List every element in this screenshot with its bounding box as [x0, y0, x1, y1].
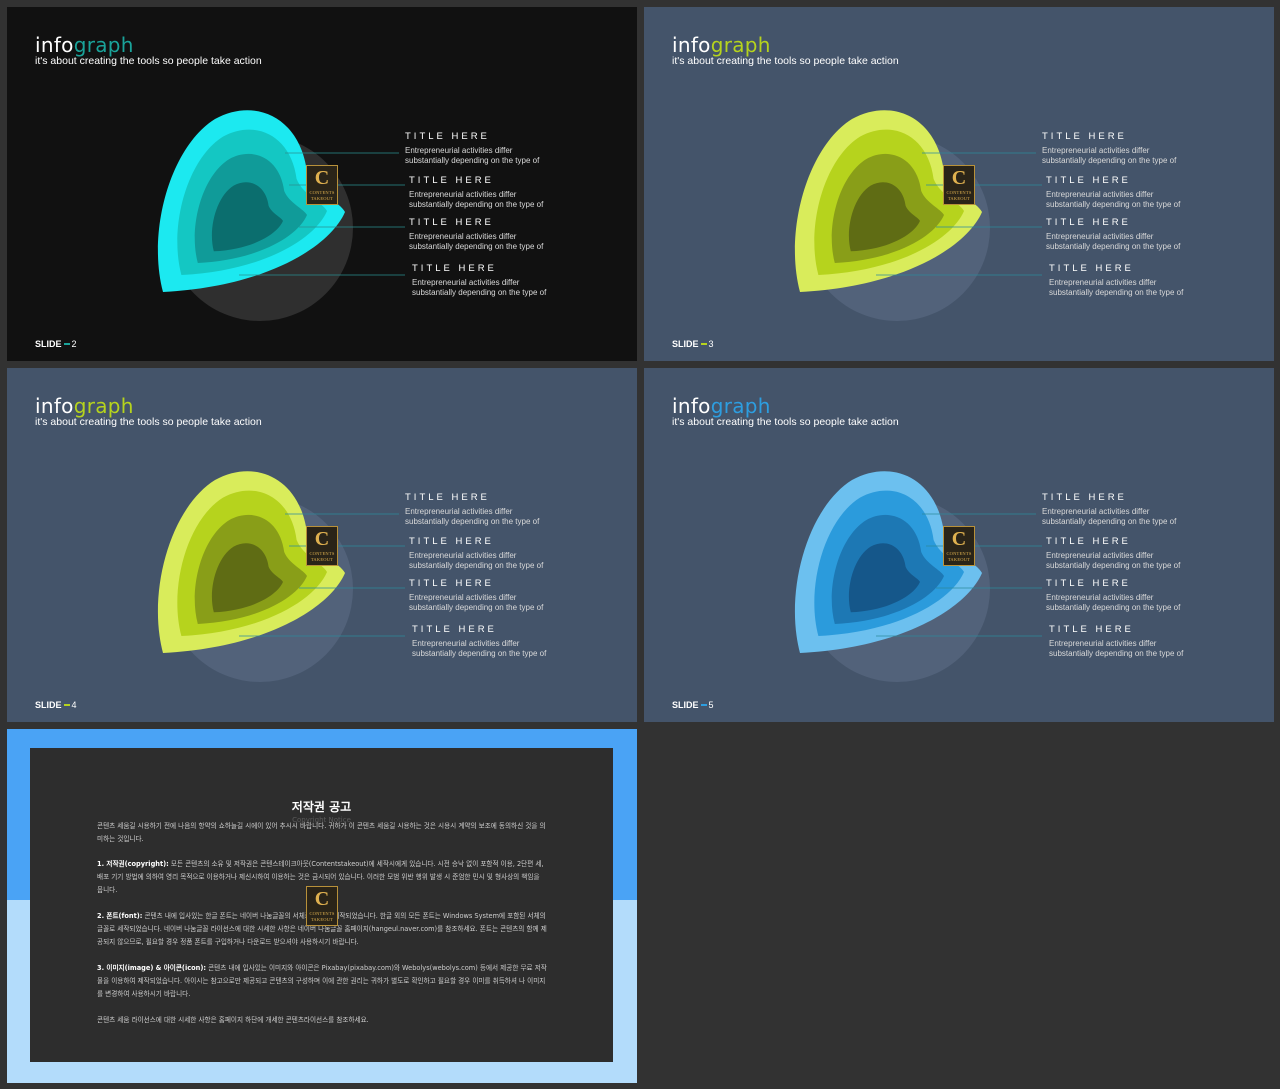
slide-number: SLIDE 4 — [35, 700, 77, 710]
slide-subtitle: it's about creating the tools so people … — [35, 416, 262, 428]
info-item: TITLE HERE Entrepreneurial activities dif… — [412, 624, 547, 658]
copyright-notice-panel: 저작권 공고 Copyright Notice 콘텐츠 세움길 시용하기 전에 … — [30, 748, 613, 1062]
title-accent: graph — [710, 394, 771, 418]
notice-intro: 콘텐츠 세움길 시용하기 전에 나음의 항약의 쇼하늘길 시에이 있어 추시시 … — [97, 822, 546, 843]
slide-number: SLIDE 3 — [672, 339, 714, 349]
copyright-slide-thumbnail[interactable]: 저작권 공고 Copyright Notice 콘텐츠 세움길 시용하기 전에 … — [7, 729, 637, 1083]
slide-title: infograph — [672, 33, 771, 57]
slide-title: infograph — [672, 394, 771, 418]
notice-outro: 콘텐츠 세움 라이선스에 대한 시세한 사항은 홈페이지 하단에 개세한 콘텐츠… — [97, 1016, 369, 1024]
contents-logo: C CONTENTS TAKEOUT — [306, 886, 338, 926]
slide-number: SLIDE 5 — [672, 700, 714, 710]
contents-logo: C CONTENTS TAKEOUT — [306, 526, 338, 566]
info-item: TITLE HERE Entrepreneurial activities dif… — [1046, 175, 1181, 209]
info-item: TITLE HERE Entrepreneurial activities dif… — [405, 131, 540, 165]
info-item: TITLE HERE Entrepreneurial activities dif… — [1042, 492, 1177, 526]
slide-thumbnail[interactable]: infograph it's about creating the tools … — [7, 368, 637, 722]
notice-image-paragraph: 3. 이미지(image) & 아이콘(icon): 콘텐츠 내에 입사있는 이… — [97, 964, 547, 998]
title-accent: graph — [73, 33, 134, 57]
title-accent: graph — [73, 394, 134, 418]
slide-title: infograph — [35, 394, 134, 418]
info-item: TITLE HERE Entrepreneurial activities dif… — [1042, 131, 1177, 165]
slide-thumbnail[interactable]: infograph it's about creating the tools … — [7, 7, 637, 361]
info-item: TITLE HERE Entrepreneurial activities dif… — [412, 263, 547, 297]
info-item: TITLE HERE Entrepreneurial activities dif… — [405, 492, 540, 526]
info-item: TITLE HERE Entrepreneurial activities dif… — [1049, 263, 1184, 297]
info-item: TITLE HERE Entrepreneurial activities dif… — [1049, 624, 1184, 658]
contents-logo: C CONTENTS TAKEOUT — [306, 165, 338, 205]
info-item: TITLE HERE Entrepreneurial activities dif… — [1046, 578, 1181, 612]
slide-subtitle: it's about creating the tools so people … — [35, 55, 262, 67]
info-item: TITLE HERE Entrepreneurial activities dif… — [1046, 217, 1181, 251]
slide-subtitle: it's about creating the tools so people … — [672, 55, 899, 67]
slide-thumbnail[interactable]: infograph it's about creating the tools … — [644, 368, 1274, 722]
info-item: TITLE HERE Entrepreneurial activities dif… — [409, 217, 544, 251]
contents-logo: C CONTENTS TAKEOUT — [943, 526, 975, 566]
info-item: TITLE HERE Entrepreneurial activities dif… — [409, 175, 544, 209]
info-item: TITLE HERE Entrepreneurial activities dif… — [409, 578, 544, 612]
info-item: TITLE HERE Entrepreneurial activities dif… — [409, 536, 544, 570]
slide-number: SLIDE 2 — [35, 339, 77, 349]
title-accent: graph — [710, 33, 771, 57]
contents-logo: C CONTENTS TAKEOUT — [943, 165, 975, 205]
slide-thumbnail[interactable]: infograph it's about creating the tools … — [644, 7, 1274, 361]
info-item: TITLE HERE Entrepreneurial activities dif… — [1046, 536, 1181, 570]
slide-subtitle: it's about creating the tools so people … — [672, 416, 899, 428]
notice-title: 저작권 공고 — [291, 800, 352, 814]
slide-title: infograph — [35, 33, 134, 57]
